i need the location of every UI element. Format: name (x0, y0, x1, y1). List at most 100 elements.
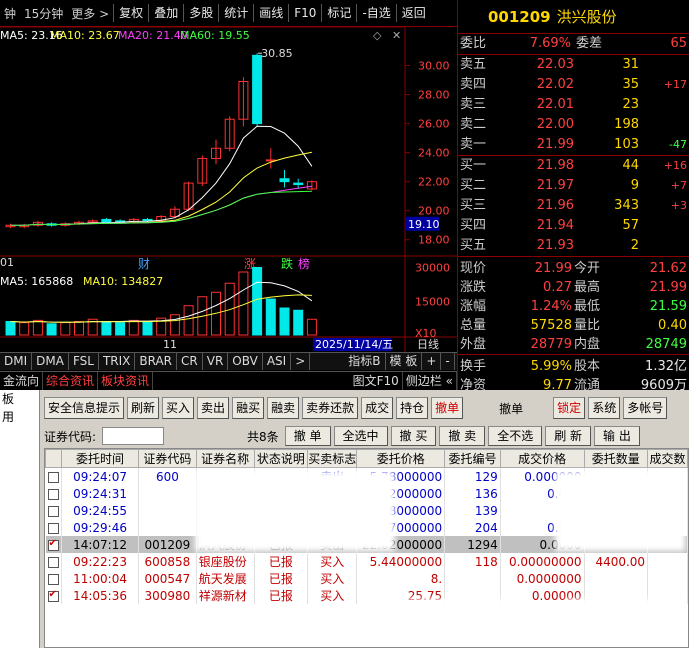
row-checkbox-cell[interactable] (45, 467, 62, 485)
row-checkbox-cell[interactable] (45, 570, 62, 587)
trade-button-9[interactable]: 撤单 (431, 397, 464, 419)
row-checkbox[interactable] (47, 538, 59, 551)
action-button-6[interactable]: 输 出 (594, 426, 640, 446)
action-button-1[interactable]: 全选中 (333, 426, 388, 446)
indicator-tab-2[interactable]: FSL (69, 353, 99, 370)
trade-right-button-0[interactable]: 锁定 (553, 397, 586, 419)
indicator-tab-5[interactable]: CR (177, 353, 203, 370)
indicator-tab-7[interactable]: OBV (228, 353, 263, 370)
action-button-0[interactable]: 撤 单 (284, 426, 331, 446)
trade-button-8[interactable]: 持仓 (396, 397, 429, 419)
row-checkbox-cell[interactable] (45, 587, 62, 604)
column-header-8[interactable]: 成交价格 (499, 449, 585, 468)
left-nav-item-0[interactable]: 板 (0, 390, 39, 408)
action-button-3[interactable]: 撤 卖 (439, 426, 486, 446)
sell-orders: 卖五 22.03 31 卖四 22.02 35 +17 卖三 22.01 23 卖二 22.00 198… (458, 55, 689, 156)
trade-button-3[interactable]: 卖出 (197, 397, 230, 419)
toolbar-button-8[interactable]: 返回 (395, 4, 431, 22)
trade-button-2[interactable]: 买入 (162, 397, 195, 419)
action-button-2[interactable]: 撤 买 (390, 426, 437, 446)
cell-dqty (647, 570, 688, 587)
row-checkbox-cell[interactable] (45, 519, 62, 536)
trade-button-5[interactable]: 融卖 (267, 397, 300, 419)
field-value: 21.59 (649, 299, 687, 314)
column-header-3[interactable]: 证券名称 (195, 449, 255, 468)
column-header-2[interactable]: 证券代码 (138, 449, 197, 468)
row-checkbox[interactable] (47, 471, 59, 483)
toolbar-button-6[interactable]: 标记 (321, 4, 356, 22)
trade-button-4[interactable]: 融买 (232, 397, 265, 419)
trade-button-6[interactable]: 卖券还款 (302, 397, 359, 419)
indicator-tab-1[interactable]: DMA (32, 353, 69, 370)
sells-price: 22.01 (536, 97, 574, 112)
toolbar-button-3[interactable]: 统计 (218, 4, 253, 22)
trade-button-1[interactable]: 刷新 (127, 397, 160, 419)
info-tab-3[interactable]: 图文F10 (350, 372, 403, 390)
column-header-9[interactable]: 委托数量 (583, 449, 649, 468)
column-header-5[interactable]: 买卖标志 (307, 449, 358, 468)
left-nav-item-1[interactable]: 用 (0, 408, 39, 426)
buys-price: 21.93 (536, 238, 574, 253)
row-checkbox-cell[interactable] (45, 536, 62, 553)
trade-right-button-2[interactable]: 多帐号 (623, 397, 668, 419)
toolbar-button-1[interactable]: 叠加 (148, 4, 183, 22)
kline-chart-svg[interactable]: MA5: 23.16MA10: 23.67MA20: 21.40MA60: 19… (0, 27, 457, 352)
trade-button-7[interactable]: 成交 (361, 397, 394, 419)
toolbar-button-4[interactable]: 画线 (253, 4, 288, 22)
indicator-tab-6[interactable]: VR (203, 353, 229, 370)
stock-name: 洪兴股份 (556, 8, 617, 26)
indicator-tab-8[interactable]: ASI (263, 353, 292, 370)
row-checkbox[interactable] (47, 505, 59, 517)
column-header-7[interactable]: 委托编号 (444, 449, 501, 468)
action-button-4[interactable]: 全不选 (488, 426, 543, 446)
field-label: 股本 (574, 359, 601, 374)
cell-no: 204 (444, 519, 501, 536)
cell-name: 银座股份 (196, 553, 255, 570)
indicator-tab-13[interactable]: - (441, 353, 455, 370)
info-tab-0[interactable]: 金流向 (0, 372, 44, 390)
trade-right-button-1[interactable]: 系统 (588, 397, 621, 419)
volume-bar (293, 309, 304, 336)
column-header-6[interactable]: 委托价格 (356, 449, 446, 468)
toolbar-button-5[interactable]: F10 (288, 4, 321, 22)
row-checkbox[interactable] (47, 573, 59, 585)
indicator-tab-10[interactable]: 指标B (344, 353, 386, 370)
indicator-tab-9[interactable]: > (291, 353, 311, 370)
high-price-label: 30.85 (261, 47, 293, 60)
row-checkbox-cell[interactable] (45, 485, 62, 502)
column-header-4[interactable]: 状态说明 (253, 449, 309, 468)
toolbar-button-0[interactable]: 复权 (113, 4, 148, 22)
column-header-10[interactable]: 成交数 (647, 449, 688, 468)
info-tab-4[interactable]: 侧边栏 « (403, 372, 457, 390)
weibi-label: 委比 (460, 36, 487, 51)
period-label-0[interactable]: 钟 (0, 5, 20, 22)
column-header-0[interactable] (45, 449, 62, 468)
toolbar-button-7[interactable]: -自选 (356, 4, 395, 22)
row-checkbox-cell[interactable] (45, 502, 62, 519)
row-checkbox[interactable] (47, 556, 59, 568)
table-row[interactable]: 11:00:04 000547 航天发展 已报 买入 8. 0.0000000 (45, 570, 688, 587)
row-checkbox[interactable] (47, 522, 59, 534)
row-checkbox-cell[interactable] (45, 553, 62, 570)
toolbar-button-2[interactable]: 多股 (183, 4, 218, 22)
row-checkbox[interactable] (47, 488, 59, 500)
code-input[interactable] (102, 427, 165, 445)
info-tab-2[interactable]: 板块资讯 (98, 372, 154, 390)
kline-chart-area[interactable]: MA5: 23.16 MA10: 23.67 MA20: 21.40 MA60: 19… (0, 27, 457, 380)
indicator-tab-12[interactable]: + (422, 353, 442, 370)
indicator-tab-4[interactable]: BRAR (135, 353, 178, 370)
row-checkbox[interactable] (47, 589, 59, 602)
table-row[interactable]: 09:22:23 600858 银座股份 已报 买入 5.44000000 118 0.000… (45, 553, 688, 570)
action-button-5[interactable]: 刷 新 (545, 426, 592, 446)
period-label-1[interactable]: 15分钟 (20, 5, 67, 22)
buys-row-3: 买四 21.94 57 (458, 216, 689, 236)
info-tab-1[interactable]: 综合资讯 (43, 372, 99, 390)
indicator-tab-11[interactable]: 模 板 (386, 353, 423, 370)
indicator-tab-0[interactable]: DMI (0, 353, 33, 370)
period-label-2[interactable]: 更多 > (67, 5, 113, 22)
trade-button-0[interactable]: 安全信息提示 (44, 397, 125, 419)
indicator-tab-3[interactable]: TRIX (99, 353, 136, 370)
column-header-1[interactable]: 委托时间 (60, 449, 140, 468)
trade-panel: 板用 安全信息提示 刷新 买入 卖出 融买 融卖 卖券还款 成交 持仓 撤单 撤单 锁定 系统 多帐号 证… (0, 390, 689, 648)
cell-time: 09:29:46 (61, 519, 140, 536)
